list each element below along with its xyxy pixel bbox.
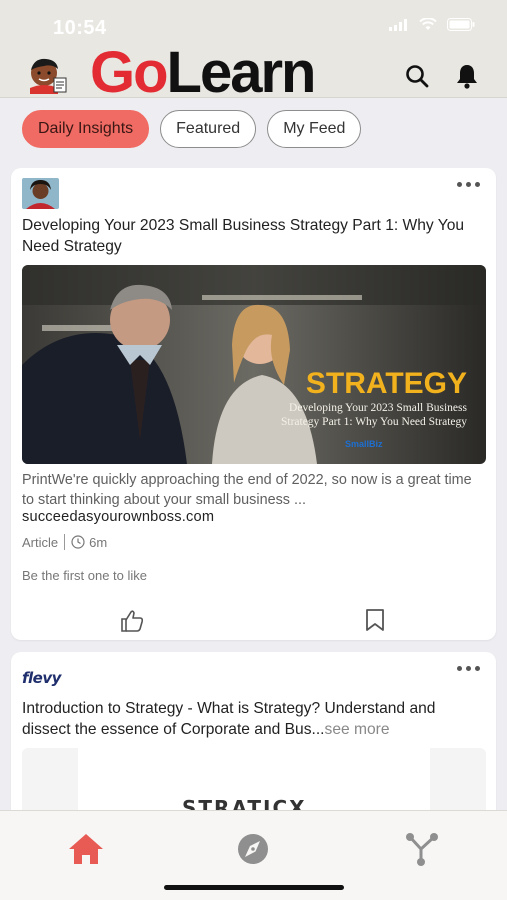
wifi-icon xyxy=(419,18,437,30)
app-logo: GoLearn xyxy=(90,44,316,102)
feed-tabs: Daily Insights Featured My Feed xyxy=(22,110,362,148)
content-type: Article xyxy=(22,534,59,550)
article-source[interactable]: succeedasyourownboss.com xyxy=(22,509,214,525)
author-avatar[interactable] xyxy=(22,178,59,209)
search-icon[interactable] xyxy=(403,62,431,90)
more-options-icon[interactable] xyxy=(457,666,480,671)
network-icon[interactable] xyxy=(401,831,441,867)
tab-my-feed[interactable]: My Feed xyxy=(267,110,362,148)
image-caption-2: Strategy Part 1: Why You Need Strategy xyxy=(281,416,467,428)
see-more-link[interactable]: see more xyxy=(325,721,390,738)
publisher-logo[interactable]: flevy xyxy=(22,669,61,687)
article-title[interactable]: Introduction to Strategy - What is Strat… xyxy=(22,698,484,740)
battery-icon xyxy=(447,18,475,31)
feed-card[interactable]: flevy Introduction to Strategy - What is… xyxy=(11,652,496,822)
compass-icon[interactable] xyxy=(233,831,273,867)
brand-go: Go xyxy=(90,40,169,105)
read-duration: 6m xyxy=(89,534,108,550)
tab-daily-insights[interactable]: Daily Insights xyxy=(22,110,150,148)
more-options-icon[interactable] xyxy=(457,182,480,187)
home-indicator xyxy=(164,885,344,890)
header-divider xyxy=(0,97,507,98)
article-meta: Article 6m xyxy=(22,534,107,550)
article-excerpt[interactable]: PrintWe're quickly approaching the end o… xyxy=(22,470,484,510)
image-headline: STRATEGY xyxy=(306,367,467,400)
signal-icon xyxy=(389,18,407,31)
bookmark-icon[interactable] xyxy=(364,608,386,632)
app-header: 10:54 GoLearn xyxy=(0,0,507,102)
image-brand: SmallBiz xyxy=(345,439,383,449)
brand-learn: Learn xyxy=(166,40,317,105)
thumbs-up-icon[interactable] xyxy=(119,608,145,634)
likes-text: Be the first one to like xyxy=(22,568,148,583)
clock-icon xyxy=(71,535,85,549)
status-icons xyxy=(389,18,475,31)
tab-featured[interactable]: Featured xyxy=(160,110,257,148)
article-image[interactable]: STRATEGY Developing Your 2023 Small Busi… xyxy=(22,265,486,464)
image-caption-1: Developing Your 2023 Small Business xyxy=(289,402,467,414)
feed-card[interactable]: Developing Your 2023 Small Business Stra… xyxy=(11,168,496,640)
user-avatar-icon[interactable] xyxy=(24,54,68,94)
status-time: 10:54 xyxy=(53,17,107,39)
bell-icon[interactable] xyxy=(453,62,481,90)
article-title[interactable]: Developing Your 2023 Small Business Stra… xyxy=(22,215,484,257)
home-icon[interactable] xyxy=(66,831,106,867)
